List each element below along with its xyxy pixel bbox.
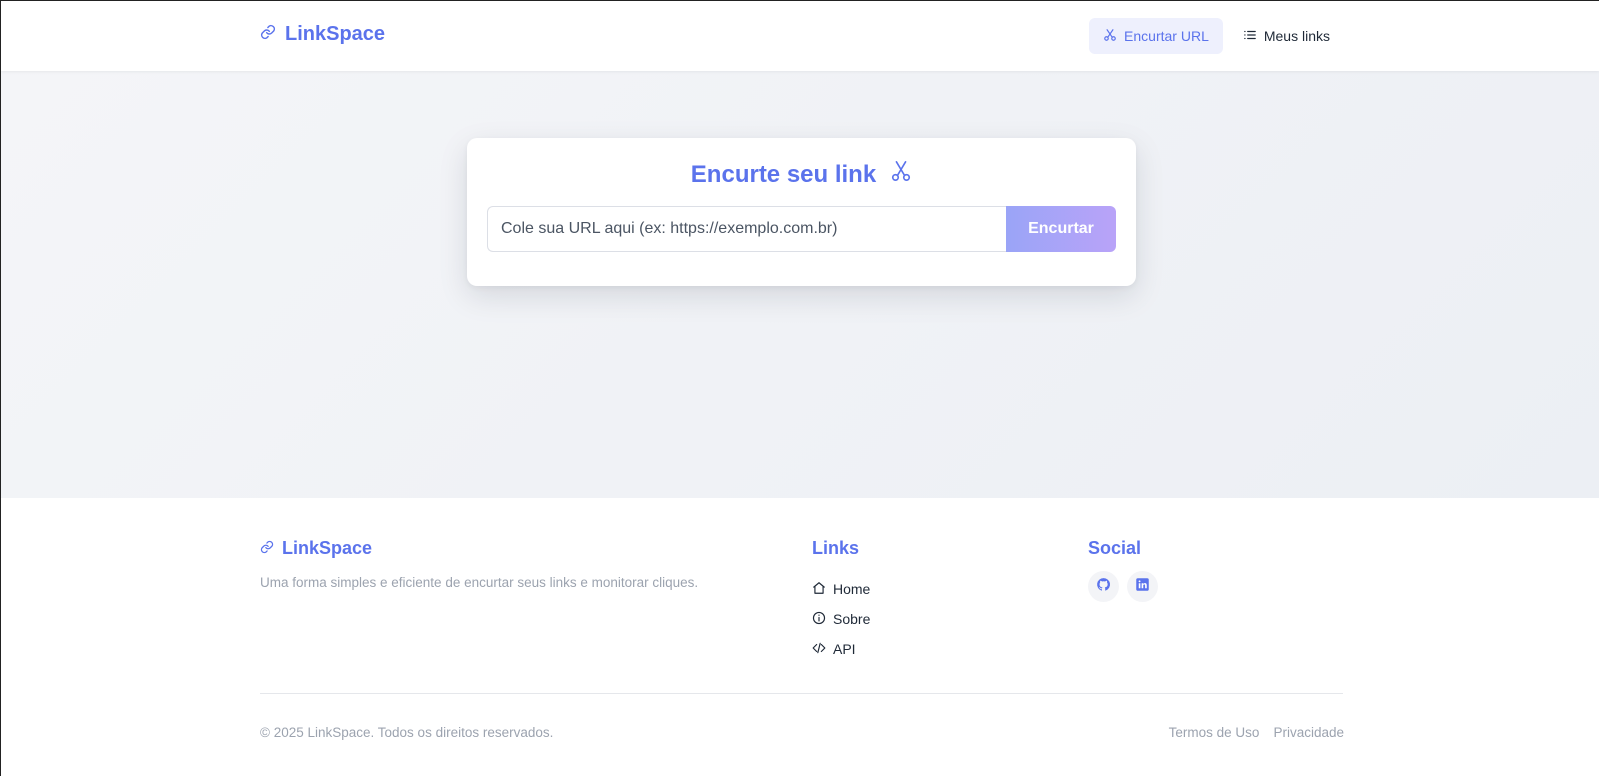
link-icon: [260, 23, 276, 46]
shorten-card: Encurte seu link Encurtar: [467, 138, 1136, 286]
footer: LinkSpace Uma forma simples e eficiente …: [1, 498, 1599, 776]
copyright-text: © 2025 LinkSpace. Todos os direitos rese…: [260, 725, 554, 740]
footer-links-title: Links: [812, 538, 860, 558]
url-input[interactable]: [487, 206, 1006, 252]
nav-my-links-label: Meus links: [1263, 28, 1330, 44]
privacy-link[interactable]: Privacidade: [1273, 725, 1344, 740]
main-nav: Encurtar URL Meus links: [1089, 18, 1344, 54]
linkedin-icon: [1135, 577, 1150, 597]
shorten-button[interactable]: Encurtar: [1006, 206, 1116, 252]
footer-link-api[interactable]: API: [812, 634, 870, 664]
home-icon: [812, 581, 826, 598]
github-link[interactable]: [1088, 571, 1119, 602]
top-navbar: LinkSpace Encurtar URL Meus links: [1, 1, 1599, 71]
footer-link-about-label: Sobre: [833, 611, 871, 627]
footer-links-list: Home Sobre API: [812, 574, 870, 664]
footer-divider: [260, 693, 1343, 694]
scissors-icon: [890, 159, 912, 190]
legal-links: Termos de Uso Privacidade: [1169, 725, 1344, 740]
shorten-form: Encurtar: [487, 206, 1116, 252]
footer-brand-name: LinkSpace: [282, 538, 373, 558]
footer-link-home-label: Home: [833, 581, 871, 597]
nav-shorten-url-label: Encurtar URL: [1124, 28, 1209, 44]
link-icon: [260, 538, 274, 559]
footer-social-title: Social: [1088, 538, 1142, 558]
scissors-icon: [1103, 28, 1117, 45]
footer-link-home[interactable]: Home: [812, 574, 870, 604]
footer-description: Uma forma simples e eficiente de encurta…: [260, 575, 699, 590]
footer-link-api-label: API: [833, 641, 856, 657]
shorten-card-title-text: Encurte seu link: [690, 160, 877, 188]
brand-logo-link[interactable]: LinkSpace: [260, 23, 385, 46]
nav-shorten-url[interactable]: Encurtar URL: [1089, 18, 1223, 54]
list-icon: [1243, 28, 1257, 45]
footer-brand: LinkSpace: [260, 538, 372, 559]
linkedin-link[interactable]: [1127, 571, 1158, 602]
hero-section: Encurte seu link Encurtar: [1, 71, 1599, 498]
shorten-card-title: Encurte seu link: [467, 159, 1136, 190]
page: LinkSpace Encurtar URL Meus links Encurt…: [0, 0, 1599, 776]
info-icon: [812, 611, 826, 628]
nav-my-links[interactable]: Meus links: [1229, 18, 1344, 54]
terms-link[interactable]: Termos de Uso: [1169, 725, 1260, 740]
github-icon: [1096, 577, 1111, 597]
brand-name: LinkSpace: [285, 23, 386, 45]
social-links: [1088, 571, 1158, 602]
footer-link-about[interactable]: Sobre: [812, 604, 870, 634]
code-icon: [812, 641, 826, 658]
